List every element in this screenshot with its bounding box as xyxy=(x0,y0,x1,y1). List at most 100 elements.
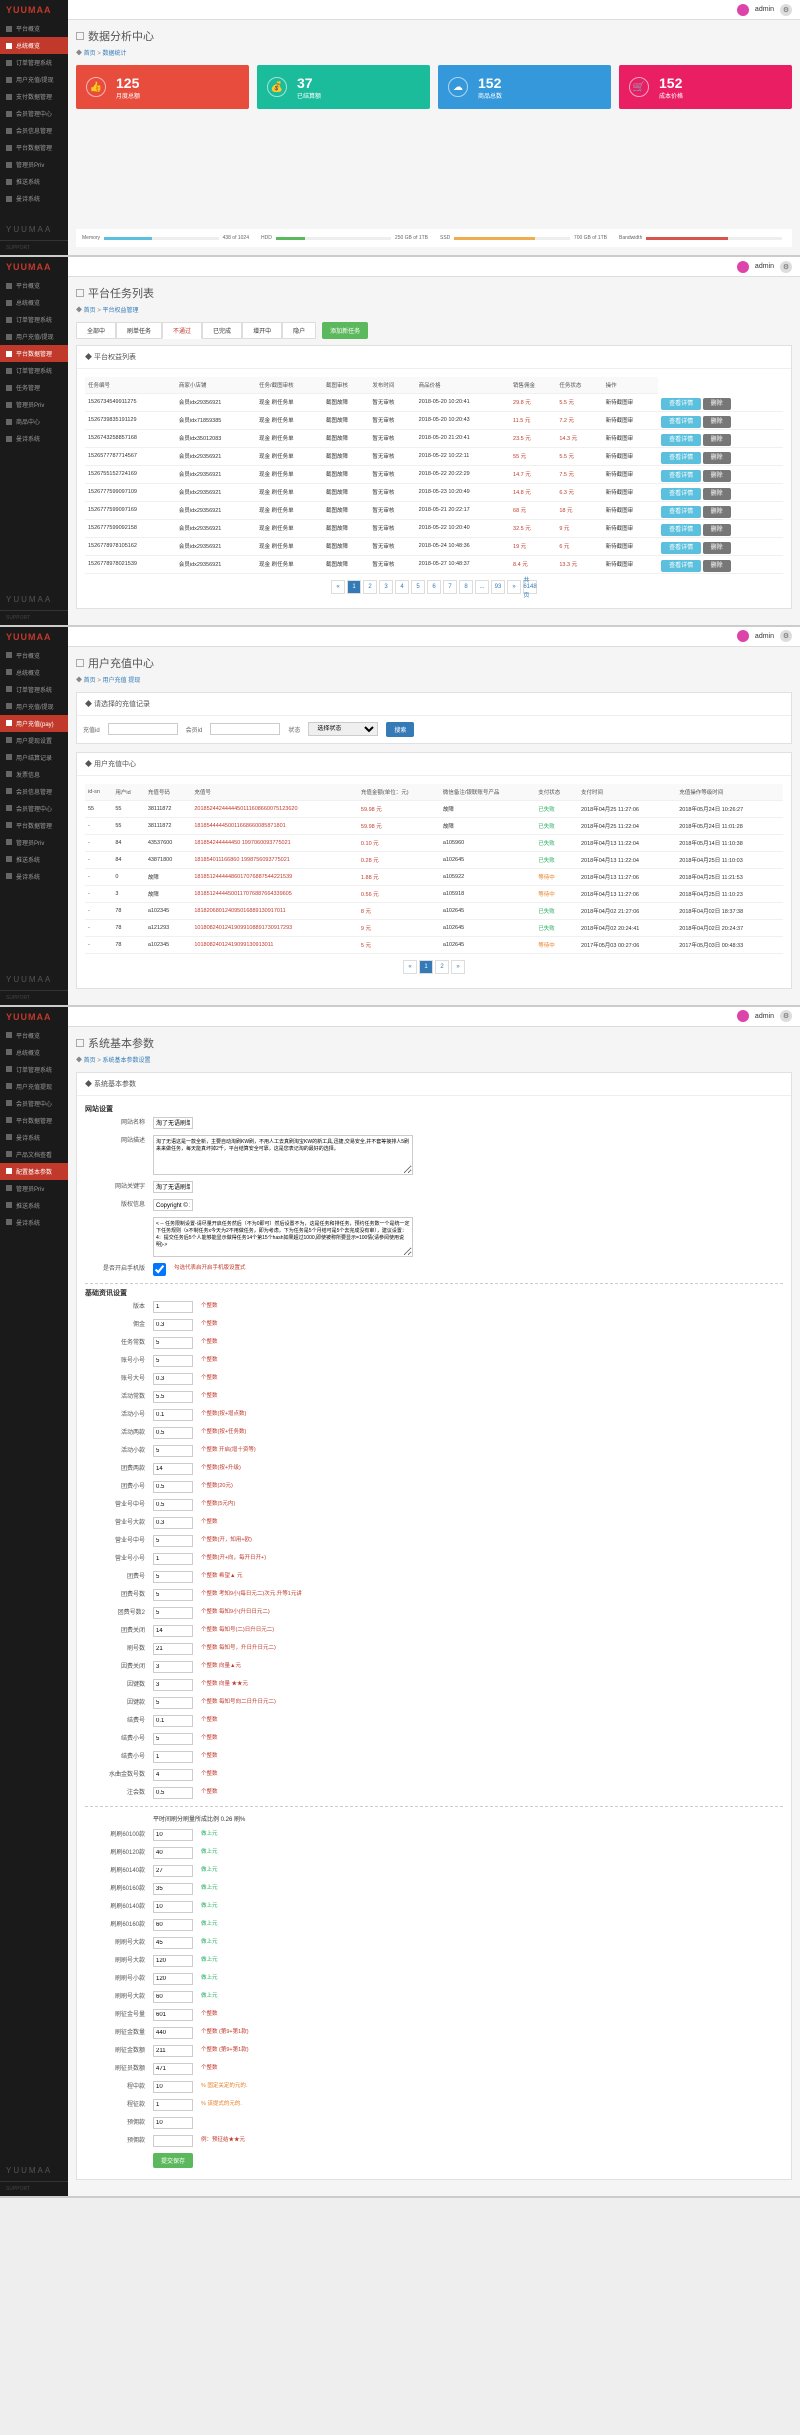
field-刷刷号大款[interactable] xyxy=(153,1955,193,1967)
field-佣金[interactable] xyxy=(153,1319,193,1331)
sidebar-item-7[interactable]: 产品文档查看 xyxy=(0,1146,68,1163)
field-营业号中号[interactable] xyxy=(153,1535,193,1547)
field-刷征金数额[interactable] xyxy=(153,2045,193,2057)
avatar[interactable] xyxy=(737,261,749,273)
pager-»[interactable]: » xyxy=(451,960,465,974)
field-结费号[interactable] xyxy=(153,1715,193,1727)
filter-status[interactable]: 选择状态 xyxy=(308,722,378,736)
field-预佣款[interactable] xyxy=(153,2135,193,2147)
delete-button[interactable]: 删除 xyxy=(703,434,731,446)
mobile-checkbox[interactable] xyxy=(153,1263,166,1276)
sidebar-item-6[interactable]: 任务管理 xyxy=(0,379,68,396)
delete-button[interactable]: 删除 xyxy=(703,452,731,464)
view-button[interactable]: 查看详情 xyxy=(661,452,701,464)
field-结费小号[interactable] xyxy=(153,1751,193,1763)
crumb-link[interactable]: 数据统计 xyxy=(103,51,127,57)
pager-8[interactable]: 8 xyxy=(459,580,473,594)
pager-3[interactable]: 3 xyxy=(379,580,393,594)
crumb-link[interactable]: 首页 xyxy=(84,1058,96,1064)
field-刷刷60160款[interactable] xyxy=(153,1883,193,1895)
sidebar-item-1[interactable]: 总统概览 xyxy=(0,37,68,54)
pager-1[interactable]: 1 xyxy=(347,580,361,594)
sidebar-item-4[interactable]: 用户充值(pay) xyxy=(0,715,68,732)
field-团费两款[interactable] xyxy=(153,1463,193,1475)
field-网站描述[interactable]: 淘了无语这是一款全新，主要自动淘刷KW刷，不用人工去真刷淘宝KW的新工具,迅捷,… xyxy=(153,1135,413,1175)
gear-icon[interactable]: ⚙ xyxy=(780,4,792,16)
sidebar-item-0[interactable]: 平台概览 xyxy=(0,647,68,664)
field-版本[interactable] xyxy=(153,1301,193,1313)
sidebar-item-2[interactable]: 订单管理系统 xyxy=(0,54,68,71)
pager-...[interactable]: ... xyxy=(475,580,489,594)
pager-6[interactable]: 6 xyxy=(427,580,441,594)
delete-button[interactable]: 删除 xyxy=(703,524,731,536)
field-团费小号[interactable] xyxy=(153,1481,193,1493)
sidebar-item-3[interactable]: 用户充值/提现 xyxy=(0,71,68,88)
pager-5[interactable]: 5 xyxy=(411,580,425,594)
submit-button[interactable]: 提交保存 xyxy=(153,2153,193,2168)
sidebar-item-0[interactable]: 平台概览 xyxy=(0,1027,68,1044)
sidebar-item-3[interactable]: 用户充值/提现 xyxy=(0,698,68,715)
sidebar-item-10[interactable]: 曼诗系统 xyxy=(0,190,68,207)
field-水曲金数号数[interactable] xyxy=(153,1769,193,1781)
delete-button[interactable]: 删除 xyxy=(703,488,731,500)
field-刷刷号大款[interactable] xyxy=(153,1937,193,1949)
delete-button[interactable]: 删除 xyxy=(703,470,731,482)
field-团费关闭[interactable] xyxy=(153,1625,193,1637)
avatar[interactable] xyxy=(737,630,749,642)
delete-button[interactable]: 删除 xyxy=(703,542,731,554)
view-button[interactable]: 查看详情 xyxy=(661,416,701,428)
pager-«[interactable]: « xyxy=(403,960,417,974)
delete-button[interactable]: 删除 xyxy=(703,506,731,518)
field-刷刷60160款[interactable] xyxy=(153,1919,193,1931)
view-button[interactable]: 查看详情 xyxy=(661,524,701,536)
pager-2[interactable]: 2 xyxy=(363,580,377,594)
sidebar-item-11[interactable]: 曼诗系统 xyxy=(0,1214,68,1231)
field-刷刷号大款[interactable] xyxy=(153,1991,193,2003)
pager-»[interactable]: » xyxy=(507,580,521,594)
crumb-link[interactable]: 平台权益管理 xyxy=(103,308,139,314)
sidebar-item-6[interactable]: 曼诗系统 xyxy=(0,1129,68,1146)
field-任务常数[interactable] xyxy=(153,1337,193,1349)
sidebar-item-8[interactable]: 管理员Priv xyxy=(0,156,68,173)
tab-5[interactable]: 隐户 xyxy=(282,322,316,339)
field-因键款[interactable] xyxy=(153,1697,193,1709)
view-button[interactable]: 查看详情 xyxy=(661,560,701,572)
field-账号小号[interactable] xyxy=(153,1355,193,1367)
sidebar-item-2[interactable]: 订单管理系统 xyxy=(0,681,68,698)
field-活动小款[interactable] xyxy=(153,1445,193,1457)
field-营业号小号[interactable] xyxy=(153,1553,193,1565)
pager-«[interactable]: « xyxy=(331,580,345,594)
field-程中款[interactable] xyxy=(153,2081,193,2093)
field-结费小号[interactable] xyxy=(153,1733,193,1745)
view-button[interactable]: 查看详情 xyxy=(661,470,701,482)
delete-button[interactable]: 删除 xyxy=(703,398,731,410)
field-网站名称[interactable] xyxy=(153,1117,193,1129)
gear-icon[interactable]: ⚙ xyxy=(780,261,792,273)
crumb-link[interactable]: 首页 xyxy=(84,308,96,314)
sidebar-item-0[interactable]: 平台概览 xyxy=(0,277,68,294)
pager-7[interactable]: 7 xyxy=(443,580,457,594)
sidebar-item-9[interactable]: 曼诗系统 xyxy=(0,430,68,447)
field-[interactable]: < -- 任务限制设置-请尽量开启任务然后（不为0即可）然后设置不为，这是任务和… xyxy=(153,1217,413,1257)
field-刷征金数量[interactable] xyxy=(153,2027,193,2039)
field-团费号数[interactable] xyxy=(153,1589,193,1601)
field-团费号数2[interactable] xyxy=(153,1607,193,1619)
field-活动两款[interactable] xyxy=(153,1427,193,1439)
field-版权信息[interactable] xyxy=(153,1199,193,1211)
add-button[interactable]: 添加新任务 xyxy=(322,322,368,339)
sidebar-item-10[interactable]: 推送系统 xyxy=(0,1197,68,1214)
field-营业号大款[interactable] xyxy=(153,1517,193,1529)
field-刷征金号量[interactable] xyxy=(153,2009,193,2021)
field-刷刷60140款[interactable] xyxy=(153,1901,193,1913)
field-刷征员数额[interactable] xyxy=(153,2063,193,2075)
tab-0[interactable]: 全部中 xyxy=(76,322,116,339)
pager-93[interactable]: 93 xyxy=(491,580,505,594)
sidebar-item-1[interactable]: 总统概览 xyxy=(0,664,68,681)
sidebar-item-5[interactable]: 平台数据管理 xyxy=(0,1112,68,1129)
view-button[interactable]: 查看详情 xyxy=(661,398,701,410)
sidebar-item-8[interactable]: 配置基本参数 xyxy=(0,1163,68,1180)
sidebar-item-5[interactable]: 会员管理中心 xyxy=(0,105,68,122)
field-因键数[interactable] xyxy=(153,1679,193,1691)
sidebar-item-2[interactable]: 订单管理系统 xyxy=(0,1061,68,1078)
pager-4[interactable]: 4 xyxy=(395,580,409,594)
